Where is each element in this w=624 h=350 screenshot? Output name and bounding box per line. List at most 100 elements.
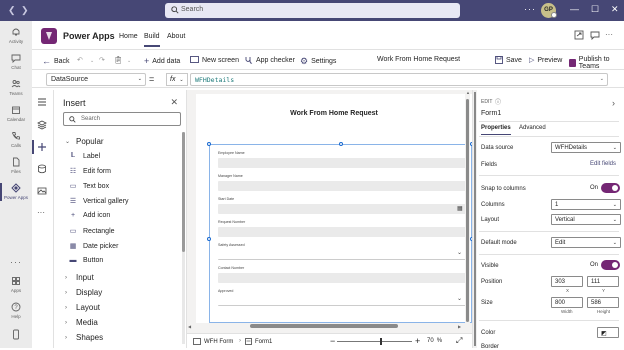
height-input[interactable]: 586 [587,297,619,308]
data-source-select[interactable]: WFHDetails ⌄ [551,142,621,153]
more-options-icon[interactable]: ··· [524,4,536,14]
screen-selector[interactable]: WFH Form [193,338,233,345]
field-input[interactable] [218,181,468,191]
visible-toggle[interactable] [601,260,620,270]
more-apps-icon[interactable]: ··· [0,257,32,267]
insert-scrollbar[interactable] [182,132,185,344]
minimize-icon[interactable]: — [570,4,579,14]
position-y-input[interactable]: 111 [587,276,619,287]
snap-to-columns-toggle[interactable] [601,183,620,193]
chevron-right-icon[interactable]: › [612,98,615,108]
more-options-icon[interactable]: ··· [605,30,613,39]
insert-plus-icon[interactable] [32,140,47,154]
paste-icon[interactable]: 📋︎ [114,56,123,64]
maximize-icon[interactable]: ☐ [591,4,599,15]
columns-select[interactable]: 1 ⌄ [551,199,621,210]
group-shapes[interactable]: › Shapes [65,333,103,342]
tab-properties[interactable]: Properties [481,125,511,135]
publish-button[interactable]: Publish to Teams [569,56,624,70]
edit-form[interactable]: Employee Name Manager Name Start Date ▦ … [207,142,474,323]
chevron-down-icon[interactable]: ⌄ [90,58,94,64]
menu-icon[interactable] [37,98,47,106]
date-field-input[interactable] [218,204,468,214]
color-picker-button[interactable]: ◩ [597,327,619,338]
preview-button[interactable]: ▷ Preview [529,56,562,65]
insert-item-rectangle[interactable]: ▭ Rectangle [68,227,115,236]
insert-search-input[interactable]: Search [63,112,181,126]
nav-build[interactable]: Build [144,33,160,47]
default-mode-select[interactable]: Edit ⌄ [551,237,621,248]
rail-item-teams[interactable]: Teams [0,79,32,96]
forward-arrow-icon[interactable]: ❯ [21,5,29,16]
insert-item-date-picker[interactable]: ▦ Date picker [68,242,119,251]
canvas-horizontal-scrollbar[interactable] [196,324,466,329]
canvas-vertical-scrollbar[interactable] [465,94,470,323]
insert-item-vertical-gallery[interactable]: ☰ Vertical gallery [68,197,129,206]
new-screen-button[interactable]: New screen [190,56,239,64]
zoom-out-icon[interactable]: − [330,336,335,346]
save-button[interactable]: Save [495,56,522,64]
more-tools-icon[interactable]: ··· [37,208,45,217]
properties-scrollbar[interactable] [473,90,477,348]
rail-item-calls[interactable]: Calls [0,131,32,148]
layout-select[interactable]: Vertical ⌄ [551,214,621,225]
search-input[interactable]: Search [165,3,460,18]
rail-item-calendar[interactable]: Calendar [0,105,32,122]
data-icon[interactable] [37,164,47,174]
device-icon[interactable] [0,329,32,343]
field-input[interactable] [218,158,468,168]
back-arrow-icon[interactable]: ❮ [8,5,16,16]
dropdown-field[interactable] [218,296,468,306]
insert-item-label[interactable]: 𝐋︎ Label [68,152,100,160]
zoom-slider[interactable] [337,341,412,342]
add-data-button[interactable]: + Add data [144,56,180,66]
group-layout[interactable]: › Layout [65,303,100,312]
insert-item-edit-form[interactable]: ☷ Edit form [68,167,111,176]
property-select[interactable]: DataSource ⌄ [46,73,146,86]
group-input[interactable]: › Input [65,273,94,282]
insert-item-button[interactable]: ▬ Button [68,257,104,264]
app-screen[interactable]: Work From Home Request Employee Name Man… [196,94,474,323]
rail-item-apps[interactable]: Apps [0,276,32,293]
field-input[interactable] [218,273,468,283]
insert-item-add-icon[interactable]: + Add icon [68,212,110,219]
close-icon[interactable]: ✕ [611,4,619,15]
chevron-down-icon[interactable]: ⌄ [457,249,462,256]
rail-item-power-apps[interactable]: Power Apps [0,183,32,201]
group-popular[interactable]: ⌄ Popular [65,137,104,146]
width-input[interactable]: 800 [551,297,583,308]
dropdown-field[interactable] [218,250,468,260]
chevron-down-icon[interactable]: ⌄ [127,58,131,64]
rail-item-activity[interactable]: Activity [0,27,32,44]
control-selector[interactable]: Form1 [245,338,272,345]
resize-handle[interactable] [207,237,211,241]
fx-button[interactable]: fx ⌄ [166,73,188,86]
rail-item-chat[interactable]: Chat [0,53,32,70]
share-icon[interactable] [574,30,584,40]
back-button[interactable]: ← Back [42,56,70,66]
tree-view-icon[interactable] [37,120,47,130]
zoom-in-icon[interactable]: + [415,336,420,346]
formula-input[interactable]: WFHDetails ⌄ [190,73,608,86]
nav-home[interactable]: Home [119,33,138,40]
chevron-down-icon[interactable]: ⌄ [457,295,462,302]
fit-to-window-icon[interactable]: ⤢ [456,336,462,346]
undo-icon[interactable]: ↶ [77,56,83,64]
chat-bubble-icon[interactable] [590,30,600,40]
calendar-icon[interactable]: ▦ [457,205,463,212]
zoom-slider-thumb[interactable] [380,338,382,345]
help-icon[interactable]: ⓘ [495,97,501,106]
media-icon[interactable] [37,186,47,196]
nav-about[interactable]: About [167,33,185,40]
settings-button[interactable]: ⚙ Settings [300,56,336,67]
scroll-left-icon[interactable]: ◀ [188,324,191,329]
app-checker-button[interactable]: App checker [244,56,295,65]
resize-handle[interactable] [339,142,343,146]
position-x-input[interactable]: 303 [551,276,583,287]
group-media[interactable]: › Media [65,318,98,327]
scroll-right-icon[interactable]: ▶ [458,324,461,329]
form-title[interactable]: Work From Home Request [196,110,472,117]
edit-fields-link[interactable]: Edit fields [590,161,616,167]
resize-handle[interactable] [207,142,211,146]
insert-item-text-box[interactable]: ▭ Text box [68,182,109,191]
